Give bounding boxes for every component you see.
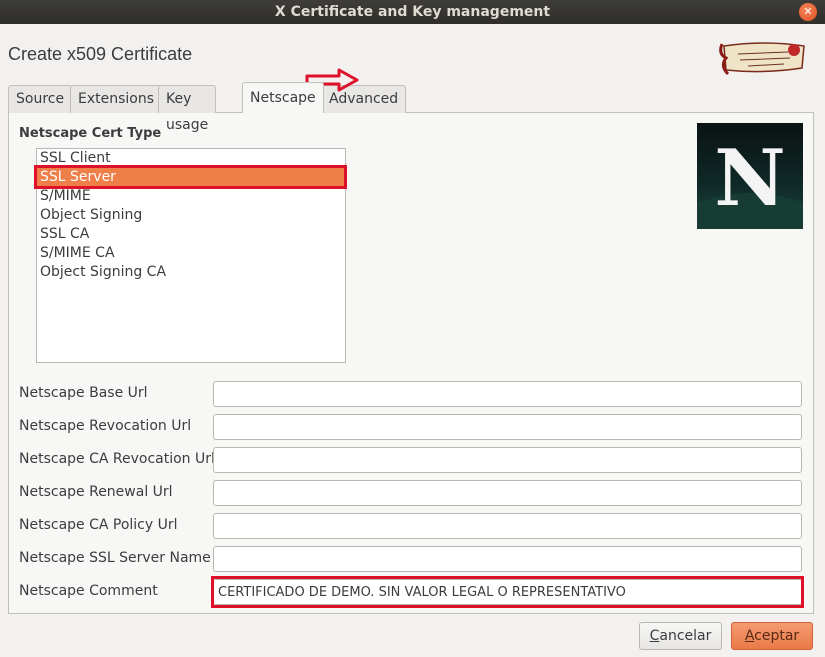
field-label-ca-revocation-url: Netscape CA Revocation Url xyxy=(19,451,215,467)
tab-extensions[interactable]: Extensions xyxy=(70,85,163,113)
field-label-renewal-url: Netscape Renewal Url xyxy=(19,484,173,500)
list-item[interactable]: SSL CA xyxy=(37,225,345,244)
list-item[interactable]: SSL Client xyxy=(37,149,345,168)
cancel-mnemonic: C xyxy=(649,628,660,644)
tab-netscape[interactable]: Netscape xyxy=(242,82,324,113)
close-window-button[interactable]: ✕ xyxy=(799,3,817,21)
revocation-url-input[interactable] xyxy=(213,414,802,440)
cert-type-heading: Netscape Cert Type xyxy=(19,126,162,141)
cancel-button[interactable]: Cancelar xyxy=(639,622,722,650)
list-item[interactable]: Object Signing xyxy=(37,206,345,225)
comment-input[interactable] xyxy=(213,579,802,605)
field-label-comment: Netscape Comment xyxy=(19,583,158,599)
list-item[interactable]: S/MIME CA xyxy=(37,244,345,263)
renewal-url-input[interactable] xyxy=(213,480,802,506)
cancel-label: ancelar xyxy=(659,628,712,644)
window-title: X Certificate and Key management xyxy=(274,4,551,20)
cert-type-list[interactable]: SSL Client SSL Server S/MIME Object Sign… xyxy=(36,148,346,363)
accept-button[interactable]: Aceptar xyxy=(731,622,813,650)
tab-key-usage[interactable]: Key usage xyxy=(158,85,217,133)
field-label-base-url: Netscape Base Url xyxy=(19,385,148,401)
tab-source[interactable]: Source xyxy=(8,85,73,113)
field-label-ca-policy-url: Netscape CA Policy Url xyxy=(19,517,178,533)
accept-mnemonic: A xyxy=(744,628,755,644)
base-url-input[interactable] xyxy=(213,381,802,407)
window-titlebar: X Certificate and Key management xyxy=(0,0,825,24)
ca-policy-url-input[interactable] xyxy=(213,513,802,539)
xca-logo xyxy=(719,42,805,76)
field-label-revocation-url: Netscape Revocation Url xyxy=(19,418,192,434)
dialog-title: Create x509 Certificate xyxy=(8,44,193,64)
netscape-logo-letter: N xyxy=(714,133,785,224)
list-item-selected[interactable]: SSL Server xyxy=(37,168,345,187)
accept-label: ceptar xyxy=(754,628,800,644)
list-item[interactable]: S/MIME xyxy=(37,187,345,206)
netscape-logo-icon: N xyxy=(697,123,803,229)
field-label-ssl-server-name: Netscape SSL Server Name xyxy=(19,550,211,566)
ssl-server-name-input[interactable] xyxy=(213,546,802,572)
list-item[interactable]: Object Signing CA xyxy=(37,263,345,282)
close-icon: ✕ xyxy=(803,5,813,18)
ca-revocation-url-input[interactable] xyxy=(213,447,802,473)
